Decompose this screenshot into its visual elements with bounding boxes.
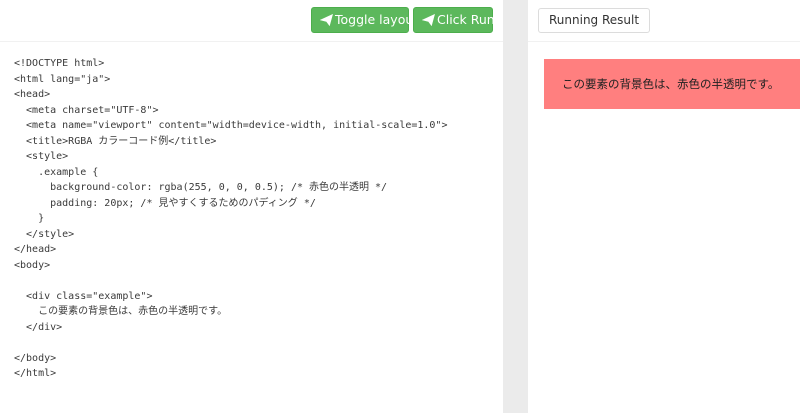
- code-line: <meta name="viewport" content="width=dev…: [14, 120, 448, 131]
- click-run-button[interactable]: Click Run: [413, 7, 495, 33]
- code-line: <!DOCTYPE html>: [14, 58, 105, 69]
- code-line: background-color: rgba(255, 0, 0, 0.5); …: [14, 182, 388, 193]
- example-text: この要素の背景色は、赤色の半透明です。: [562, 77, 780, 91]
- code-line: </body>: [14, 352, 57, 364]
- code-line: <meta charset="UTF-8">: [14, 104, 159, 116]
- code-line: </html>: [14, 368, 57, 379]
- running-result-tab[interactable]: Running Result: [538, 8, 651, 33]
- code-line: .example {: [14, 166, 99, 178]
- code-line: <style>: [14, 151, 69, 162]
- code-line: <title>RGBA カラーコード例</title>: [14, 135, 217, 147]
- toggle-layout-label: Toggle layout: [335, 12, 419, 27]
- code-editor[interactable]: <!DOCTYPE html> <html lang="ja"> <head> …: [14, 56, 494, 382]
- code-line: padding: 20px; /* 見やすくするためのパディング */: [14, 197, 316, 209]
- code-line: <html lang="ja">: [14, 73, 111, 85]
- send-icon: [320, 14, 333, 26]
- send-icon: [422, 14, 435, 26]
- code-line: </style>: [14, 228, 75, 240]
- code-line: }: [14, 213, 45, 224]
- code-line: この要素の背景色は、赤色の半透明です。: [14, 306, 228, 317]
- toggle-layout-button[interactable]: Toggle layout: [311, 7, 418, 33]
- code-line: </div>: [14, 321, 63, 333]
- code-editor-pane: Toggle layout Click Run <!DOCTYPE html> …: [0, 0, 503, 413]
- result-pane: Running Result この要素の背景色は、赤色の半透明です。: [528, 0, 800, 413]
- code-line: <body>: [14, 259, 51, 271]
- example-output: この要素の背景色は、赤色の半透明です。: [544, 59, 800, 109]
- code-line: </head>: [14, 244, 57, 255]
- result-toolbar: Running Result: [528, 0, 800, 42]
- click-run-label: Click Run: [437, 12, 495, 27]
- code-line: <head>: [14, 89, 51, 100]
- editor-toolbar: Toggle layout Click Run: [0, 0, 503, 42]
- code-line: <div class="example">: [14, 290, 153, 302]
